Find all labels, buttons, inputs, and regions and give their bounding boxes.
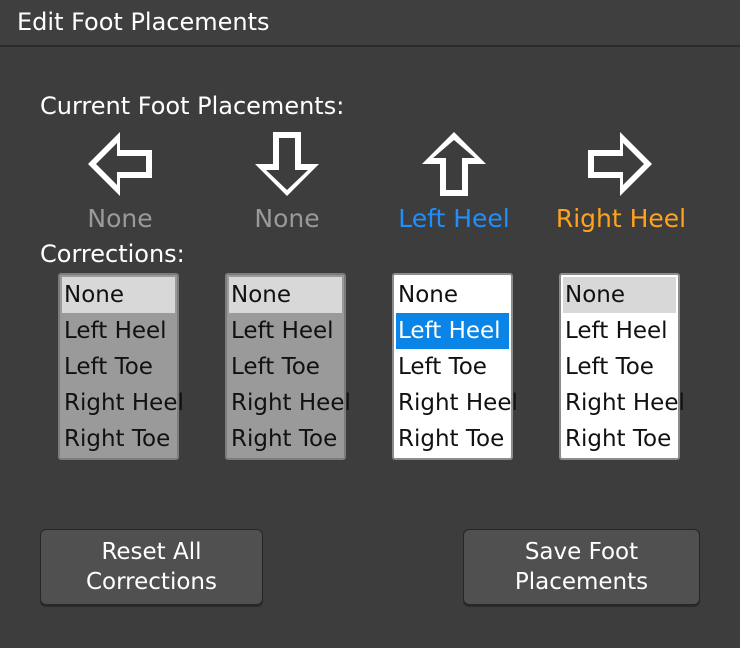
list-option: Left Toe — [231, 354, 320, 380]
list-option[interactable]: Left Heel — [563, 313, 676, 349]
arrow-right-icon — [588, 132, 652, 196]
corrections-list-right[interactable]: None Left Heel Left Toe Right Heel Right… — [559, 273, 685, 460]
list-option[interactable]: Left Toe — [396, 349, 509, 385]
list-option: Left Heel — [231, 318, 334, 344]
arrow-up-icon — [422, 132, 486, 196]
list-option[interactable]: None — [563, 277, 676, 313]
arrow-left-icon — [88, 132, 152, 196]
list-option[interactable]: Right Heel — [396, 385, 518, 421]
placement-label-down: None — [254, 204, 320, 233]
list-option[interactable]: Right Toe — [396, 421, 509, 457]
placement-label-left: None — [87, 204, 153, 233]
list-option: Right Toe — [231, 426, 338, 452]
save-placements-button[interactable]: Save Foot Placements — [463, 529, 700, 605]
list-option: Right Heel — [64, 390, 184, 416]
list-option: None — [62, 277, 175, 313]
reset-corrections-label: Reset All Corrections — [86, 539, 217, 595]
list-option: None — [229, 277, 342, 313]
reset-corrections-button[interactable]: Reset All Corrections — [40, 529, 263, 605]
window-title: Edit Foot Placements — [17, 8, 270, 36]
title-bar: Edit Foot Placements — [0, 0, 740, 47]
corrections-label: Corrections: — [40, 240, 185, 268]
list-option[interactable]: Left Heel — [396, 313, 509, 349]
list-option[interactable]: Left Toe — [563, 349, 676, 385]
placement-label-up: Left Heel — [398, 204, 510, 233]
current-placements-label: Current Foot Placements: — [40, 92, 345, 120]
corrections-list-up[interactable]: None Left Heel Left Toe Right Heel Right… — [392, 273, 518, 460]
list-option: Right Toe — [64, 426, 171, 452]
placement-label-right: Right Heel — [555, 204, 687, 233]
list-option[interactable]: Right Heel — [563, 385, 685, 421]
list-option[interactable]: None — [396, 277, 509, 313]
corrections-list-down: None Left Heel Left Toe Right Heel Right… — [225, 273, 351, 460]
arrow-down-icon — [255, 132, 319, 196]
corrections-list-left: None Left Heel Left Toe Right Heel Right… — [58, 273, 184, 460]
save-placements-label: Save Foot Placements — [514, 539, 649, 595]
list-option: Left Heel — [64, 318, 167, 344]
list-option[interactable]: Right Toe — [563, 421, 676, 457]
list-option: Right Heel — [231, 390, 351, 416]
list-option: Left Toe — [64, 354, 153, 380]
